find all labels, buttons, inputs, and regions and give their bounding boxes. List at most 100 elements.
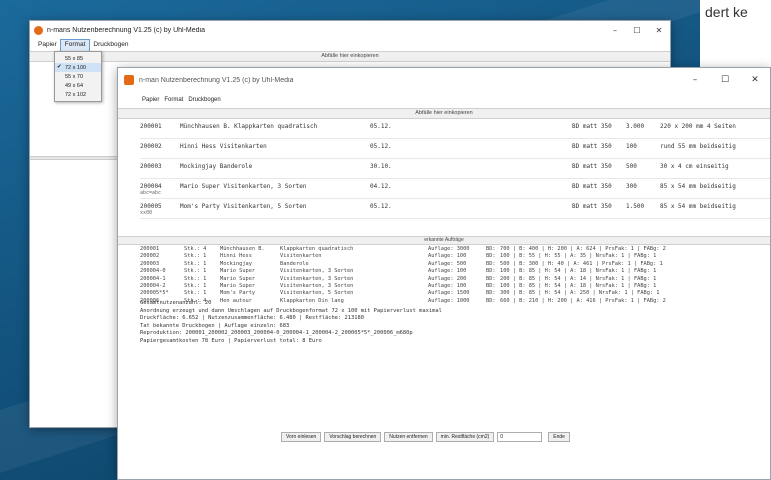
read-in-button[interactable]: Vorn einlesen [281,432,322,442]
detail-bd: BD: [486,282,496,289]
detail-rest: 100 | B: 85 | H: 54 | A: 18 | NrsFak: 1 … [500,282,657,289]
detail-name: Mockingjay [220,260,252,267]
screenshot-stage: dert ke n-mans Nutzenberechnung V1.25 (c… [0,0,771,480]
close-icon[interactable]: ✕ [740,75,770,85]
summary-line: Druckfläche: 6.652 | Nutzenzusammenfläch… [140,315,364,322]
detail-stk: Stk.: 1 [184,275,207,282]
menu-druckbogen[interactable]: Druckbogen [188,97,225,107]
detail-auflage: Auflage: 3000 [428,246,470,252]
detail-auflage: Auflage: 100 [428,253,467,260]
detail-desc: Visitenkarten, 5 Sorten [280,290,354,297]
order-name: Mario Super Visitenkarten, 3 Sorten [180,183,307,190]
detail-rest: 700 | B: 400 | H: 200 | A: 624 | PrsFak:… [500,246,666,252]
maximize-icon[interactable]: ☐ [710,75,740,85]
order-name: Mom's Party Visitenkarten, 5 Sorten [180,203,307,210]
menu-druckbogen[interactable]: Druckbogen [89,40,132,51]
detail-stk: Stk.: 1 [184,268,207,275]
title-bar[interactable]: n-mans Nutzenberechnung V1.25 (c) by Uhl… [30,21,670,40]
detail-bd: BD: [486,246,496,252]
order-date: 05.12. [370,203,392,210]
order-name: Mockingjay Banderole [180,163,253,170]
background-text: dert ke [705,4,748,20]
order-qty: 100 [626,143,637,150]
menu-papier[interactable]: Papier [34,40,61,51]
order-size: 30 x 4 cm einseitig [660,163,729,170]
order-qty: 3.000 [626,123,645,130]
order-row: 200004 Mario Super Visitenkarten, 3 Sort… [140,179,770,199]
format-option-label: 55 x 85 [65,56,84,62]
order-row: 200005 Mom's Party Visitenkarten, 5 Sort… [140,199,770,219]
format-dropdown-menu: 55 x 85 ✔ 72 x 100 55 x 70 49 x 64 72 x 1… [54,51,102,102]
order-size: rund 55 mm beidseitig [660,143,736,150]
order-size: 220 x 200 mm 4 Seiten [660,123,736,130]
detail-auflage: Auflage: 500 [428,260,467,267]
summary-line: Anordnung erzeugt und dann Umschlagen au… [140,307,442,314]
order-id: 200002 [140,143,162,150]
order-date: 05.12. [370,123,392,130]
detail-id: 200003 [140,260,160,267]
order-paper: BD matt 350 [572,203,612,210]
detail-stk: Stk.: 1 [184,290,207,297]
detail-auflage: Auflage: 1500 [428,290,470,297]
end-button[interactable]: Ende [548,432,570,442]
front-app-window[interactable]: n-man Nutzenberechnung V1.25 (c) by Uhl-… [117,67,771,480]
title-bar[interactable]: n-man Nutzenberechnung V1.25 (c) by Uhl-… [118,68,770,92]
order-paste-list[interactable]: 200001 Münchhausen B. Klappkarten quadra… [140,119,770,219]
order-row: 200001 Münchhausen B. Klappkarten quadra… [140,119,770,139]
detail-row: 200004-1 Stk.: 1 Mario Super Visitenkart… [140,276,766,283]
format-option-72x102[interactable]: 72 x 102 [55,90,101,99]
format-option-55x70[interactable]: 55 x 70 [55,72,101,81]
order-name: Münchhausen B. Klappkarten quadratisch [180,123,318,130]
menu-format[interactable]: Format [59,39,91,52]
min-rest-area-input[interactable]: 0 [497,432,543,442]
detail-id: 200001 [140,246,160,252]
app-icon [34,26,43,35]
detail-rest: 100 | B: 85 | H: 54 | A: 18 | NrsFak: 1 … [500,268,657,275]
order-date: 04.12. [370,183,392,190]
order-extra: xx00 [140,210,153,216]
order-id: 200004 [140,183,162,190]
min-rest-area-label: min. Restfläche (cm2) [435,432,495,442]
detail-bd: BD: [486,260,496,267]
order-date: 05.12. [370,143,392,150]
detail-name: Mario Super [220,275,256,282]
detail-name: Hinni Hess [220,253,252,260]
recognized-orders-header: erkannte Aufträge [118,236,770,245]
remove-usage-button[interactable]: Nutzen entfernen [384,432,433,442]
maximize-icon[interactable]: ☐ [626,26,648,35]
detail-rest: 100 | B: 55 | H: 55 | A: 35 | NrsFak: 1 … [500,253,657,260]
format-option-label: 72 x 100 [65,65,87,71]
detail-stk: Stk.: 1 [184,282,207,289]
detail-bd: BD: [486,275,496,282]
detail-id: 200004-2 [140,282,166,289]
format-option-55x85[interactable]: 55 x 85 [55,54,101,63]
close-icon[interactable]: ✕ [648,26,670,35]
detail-id: 200002 [140,253,160,260]
summary-line: Papiergesamtkosten 78 Euro | Papierverlu… [140,337,322,344]
minimize-icon[interactable]: – [604,26,626,35]
format-option-label: 49 x 64 [65,83,84,89]
minimize-icon[interactable]: – [680,75,710,85]
paste-area-header: Abfälle hier einkopieren [30,51,670,62]
window-title: n-mans Nutzenberechnung V1.25 (c) by Uhl… [47,27,205,34]
detail-name: Mom's Party [220,290,256,297]
order-paper: BD matt 350 [572,143,612,150]
format-option-49x64[interactable]: 49 x 64 [55,81,101,90]
menu-format[interactable]: Format [164,97,188,107]
calculate-proposal-button[interactable]: Vorschlag berechnen [324,432,382,442]
detail-name: Mario Super [220,268,256,275]
detail-row: 200002 Stk.: 1 Hinni Hess Visitenkarten … [140,253,766,260]
format-option-72x100[interactable]: ✔ 72 x 100 [55,63,101,72]
order-name: Hinni Hess Visitenkarten [180,143,267,150]
order-date: 30.10. [370,163,392,170]
detail-row: 200003 Stk.: 1 Mockingjay Banderole Aufl… [140,261,766,268]
paste-area-header: Abfälle hier einkopieren [118,108,770,119]
detail-row: 200004-2 Stk.: 1 Mario Super Visitenkart… [140,283,766,290]
order-paper: BD matt 350 [572,163,612,170]
detail-bd: BD: [486,290,496,297]
summary-line: Tat bekannte Druckbogen | Auflage einzel… [140,322,290,329]
menu-papier[interactable]: Papier [142,97,164,107]
recognized-orders-list[interactable]: 200001 Stk.: 4 Münchhausen B. Klappkarte… [140,246,766,305]
detail-stk: Stk.: 4 [184,246,207,252]
order-qty: 300 [626,183,637,190]
